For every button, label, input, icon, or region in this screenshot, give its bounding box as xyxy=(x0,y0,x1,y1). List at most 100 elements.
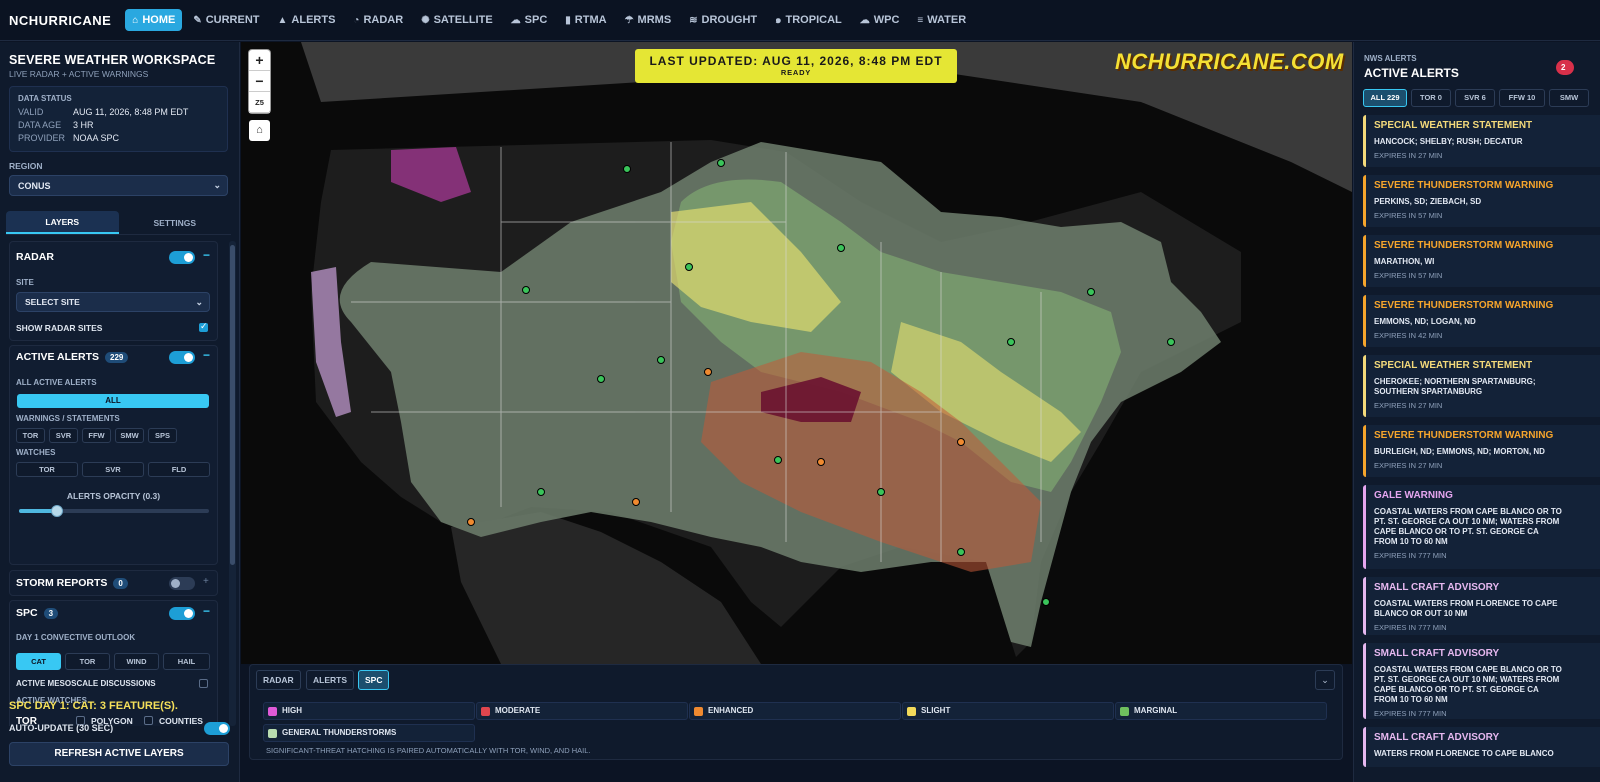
outlook-tab-cat[interactable]: CAT xyxy=(16,653,61,670)
filter-ffw-warning[interactable]: FFW xyxy=(82,428,111,443)
tab-settings[interactable]: SETTINGS xyxy=(119,211,232,234)
active-alerts-toggle[interactable] xyxy=(169,351,195,364)
alert-tab-all[interactable]: ALL 229 xyxy=(1363,89,1407,107)
legend-tab-radar[interactable]: RADAR xyxy=(256,670,301,690)
alert-card[interactable]: GALE WARNING COASTAL WATERS FROM CAPE BLA… xyxy=(1363,485,1600,569)
alert-title: SPECIAL WEATHER STATEMENT xyxy=(1374,120,1533,131)
status-value: NOAA SPC xyxy=(73,133,120,143)
alert-card[interactable]: SPECIAL WEATHER STATEMENT HANCOCK; SHELBY… xyxy=(1363,115,1600,167)
zoom-in-button[interactable]: + xyxy=(249,50,270,71)
alert-title: SEVERE THUNDERSTORM WARNING xyxy=(1374,430,1554,441)
alert-card[interactable]: SMALL CRAFT ADVISORY COASTAL WATERS FROM … xyxy=(1363,577,1600,635)
nav-rtma[interactable]: ▮ RTMA xyxy=(558,9,613,31)
filter-svr-watch[interactable]: SVR xyxy=(82,462,144,477)
filter-tor-watch[interactable]: TOR xyxy=(16,462,78,477)
alert-tab-smw[interactable]: SMW xyxy=(1549,89,1589,107)
show-radar-sites-checkbox[interactable] xyxy=(199,321,208,332)
legend-swatch xyxy=(268,729,277,738)
filter-fld-watch[interactable]: FLD xyxy=(148,462,210,477)
alert-expires: EXPIRES IN 27 MIN xyxy=(1374,151,1443,160)
nav-home[interactable]: ⌂ HOME xyxy=(125,9,183,31)
home-icon: ⌂ xyxy=(256,124,263,136)
outlook-tab-hail[interactable]: HAIL xyxy=(163,653,210,670)
legend-tab-alerts[interactable]: ALERTS xyxy=(306,670,354,690)
storm-reports-toggle[interactable] xyxy=(169,577,195,590)
alert-expires: EXPIRES IN 57 MIN xyxy=(1374,211,1443,220)
all-alerts-button[interactable]: ALL xyxy=(17,394,209,408)
chevron-down-icon: ⌄ xyxy=(1321,675,1329,685)
status-key: PROVIDER xyxy=(18,133,66,143)
radar-site-select[interactable]: SELECT SITE ⌄ xyxy=(16,292,210,312)
nav-wpc[interactable]: ☁ WPC xyxy=(853,9,907,31)
zoom-control: + − Z5 xyxy=(249,50,270,113)
alerts-opacity-label: ALERTS OPACITY (0.3) xyxy=(66,491,161,501)
alert-title: SMALL CRAFT ADVISORY xyxy=(1374,582,1500,593)
region-select[interactable]: CONUS ⌄ xyxy=(9,175,228,196)
collapse-spc-icon[interactable]: − xyxy=(203,604,210,618)
alert-title: SMALL CRAFT ADVISORY xyxy=(1374,648,1500,659)
radar-toggle[interactable] xyxy=(169,251,195,264)
collapse-alerts-icon[interactable]: − xyxy=(203,348,210,362)
nav-label: CURRENT xyxy=(205,14,260,26)
alert-area: COASTAL WATERS FROM FLORENCE TO CAPE BLA… xyxy=(1374,599,1558,618)
expand-storm-reports-icon[interactable]: + xyxy=(203,576,209,587)
alert-tab-tor[interactable]: TOR 0 xyxy=(1411,89,1451,107)
region-value: CONUS xyxy=(18,181,51,191)
nav-water[interactable]: ≡ WATER xyxy=(910,9,973,31)
legend-label: ENHANCED xyxy=(708,706,754,715)
alert-expires: EXPIRES IN 57 MIN xyxy=(1374,271,1443,280)
brand-logo[interactable]: NCHURRICANE xyxy=(9,13,111,28)
alert-title: GALE WARNING xyxy=(1374,490,1453,501)
alert-card[interactable]: SEVERE THUNDERSTORM WARNING EMMONS, ND; L… xyxy=(1363,295,1600,347)
nav-mrms[interactable]: ☂ MRMS xyxy=(618,9,679,31)
tor-counties-checkbox[interactable] xyxy=(144,716,153,725)
legend-panel: RADAR ALERTS SPC ⌄ HIGH MODERATE ENHANCED S… xyxy=(249,664,1343,760)
status-value: AUG 11, 2026, 8:48 PM EDT xyxy=(73,107,189,117)
nav-spc[interactable]: ☁ SPC xyxy=(504,9,555,31)
alert-card[interactable]: SMALL CRAFT ADVISORY COASTAL WATERS FROM … xyxy=(1363,643,1600,719)
alert-card[interactable]: SEVERE THUNDERSTORM WARNING PERKINS, SD; … xyxy=(1363,175,1600,227)
nav-radar[interactable]: ◔ RADAR xyxy=(346,9,410,31)
legend-item-high: HIGH xyxy=(263,702,475,720)
filter-tor-warning[interactable]: TOR xyxy=(16,428,45,443)
storm-reports-section-title: STORM REPORTS 0 xyxy=(16,577,128,589)
filter-sps-statement[interactable]: SPS xyxy=(148,428,177,443)
nav-alerts[interactable]: ▲ ALERTS xyxy=(271,9,343,31)
mesoscale-discussions-checkbox[interactable] xyxy=(199,679,208,688)
refresh-active-layers-button[interactable]: REFRESH ACTIVE LAYERS xyxy=(9,742,229,766)
alert-tab-ffw[interactable]: FFW 10 xyxy=(1499,89,1545,107)
tab-layers[interactable]: LAYERS xyxy=(6,211,119,234)
weather-map[interactable]: + − Z5 ⌂ LAST UPDATED: AUG 11, 2026, 8:4… xyxy=(241,42,1352,664)
alert-title: SEVERE THUNDERSTORM WARNING xyxy=(1374,240,1554,251)
spc-toggle[interactable] xyxy=(169,607,195,620)
nav-current[interactable]: ✎ CURRENT xyxy=(186,9,266,31)
nav-tropical[interactable]: ๑ TROPICAL xyxy=(768,8,849,33)
nav-drought[interactable]: ≋ DROUGHT xyxy=(682,9,764,31)
alert-card[interactable]: SMALL CRAFT ADVISORY WATERS FROM FLORENCE… xyxy=(1363,727,1600,767)
outlook-tab-wind[interactable]: WIND xyxy=(114,653,159,670)
outlook-tab-tor[interactable]: TOR xyxy=(65,653,110,670)
collapse-legend-button[interactable]: ⌄ xyxy=(1315,670,1335,690)
data-status-panel: DATA STATUS VALID AUG 11, 2026, 8:48 PM E… xyxy=(9,86,228,152)
nav-satellite[interactable]: ✺ SATELLITE xyxy=(414,9,499,31)
collapse-radar-icon[interactable]: − xyxy=(203,248,210,262)
alert-tab-svr[interactable]: SVR 6 xyxy=(1455,89,1495,107)
sidebar-scrollbar[interactable] xyxy=(229,241,236,726)
chevron-down-icon: ⌄ xyxy=(213,180,221,190)
auto-update-toggle[interactable] xyxy=(204,722,230,735)
zoom-out-button[interactable]: − xyxy=(249,71,270,92)
scrollbar-thumb[interactable] xyxy=(230,245,235,565)
alerts-opacity-slider[interactable] xyxy=(19,505,209,517)
filter-svr-warning[interactable]: SVR xyxy=(49,428,78,443)
legend-swatch xyxy=(268,707,277,716)
legend-tab-spc[interactable]: SPC xyxy=(358,670,390,690)
alert-title: SMALL CRAFT ADVISORY xyxy=(1374,732,1500,743)
slider-handle[interactable] xyxy=(51,505,63,517)
alert-card[interactable]: SEVERE THUNDERSTORM WARNING MARATHON, WI E… xyxy=(1363,235,1600,287)
legend-label: MARGINAL xyxy=(1134,706,1178,715)
alert-card[interactable]: SEVERE THUNDERSTORM WARNING BURLEIGH, ND;… xyxy=(1363,425,1600,477)
alert-card[interactable]: SPECIAL WEATHER STATEMENT CHEROKEE; NORTH… xyxy=(1363,355,1600,417)
filter-smw-warning[interactable]: SMW xyxy=(115,428,144,443)
legend-item-enhanced: ENHANCED xyxy=(689,702,901,720)
home-extent-button[interactable]: ⌂ xyxy=(249,120,270,141)
